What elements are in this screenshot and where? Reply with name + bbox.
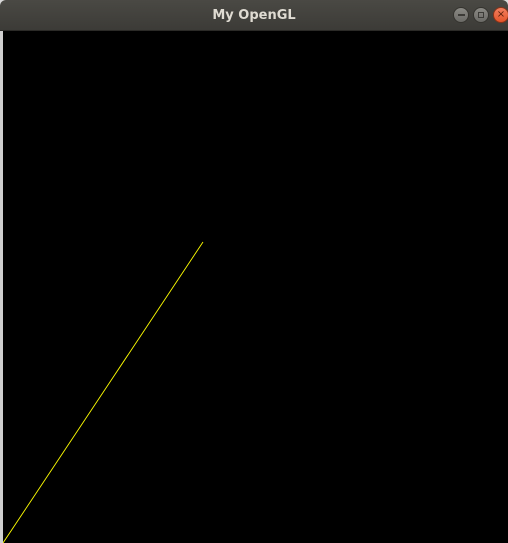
- maximize-icon: [478, 12, 484, 18]
- close-button[interactable]: ×: [493, 7, 508, 23]
- close-icon: ×: [496, 9, 506, 20]
- opengl-window: My OpenGL ×: [0, 0, 508, 543]
- maximize-button[interactable]: [473, 7, 489, 23]
- minimize-button[interactable]: [453, 7, 469, 23]
- opengl-canvas[interactable]: [3, 31, 508, 543]
- minimize-icon: [457, 14, 465, 16]
- window-title: My OpenGL: [212, 8, 296, 23]
- window-titlebar[interactable]: My OpenGL ×: [0, 0, 508, 31]
- render-surface: [3, 241, 204, 543]
- yellow-line: [3, 241, 204, 543]
- window-controls: ×: [453, 7, 508, 24]
